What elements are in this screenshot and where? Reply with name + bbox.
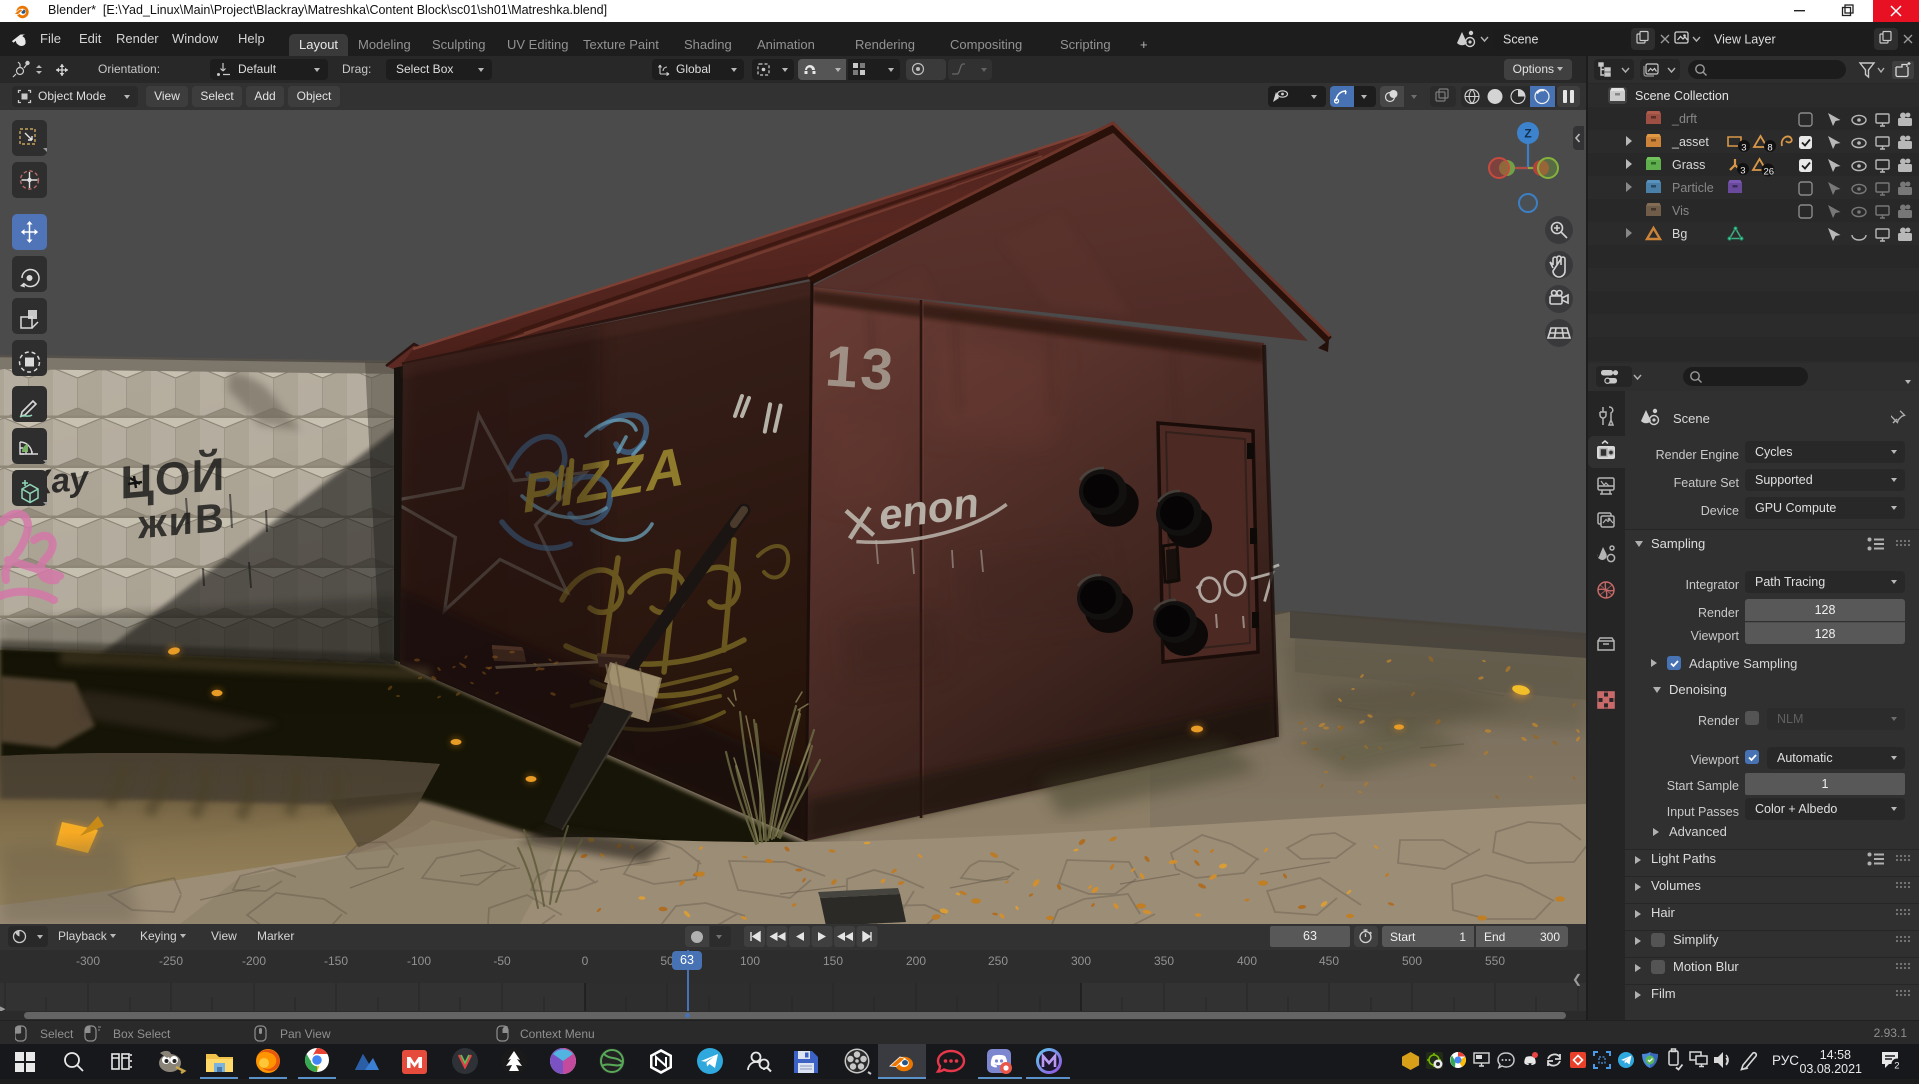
svg-text:Grass: Grass [1672,158,1705,172]
svg-text:View Layer: View Layer [1714,33,1776,47]
svg-text:Context Menu: Context Menu [520,1027,595,1041]
svg-text:Scene Collection: Scene Collection [1635,89,1729,103]
svg-text:_drft: _drft [1671,112,1698,126]
svg-text:3: 3 [1741,143,1746,154]
svg-text:жиВ: жиВ [137,496,225,548]
svg-text:РУС: РУС [1772,1053,1799,1068]
svg-text:Vis: Vis [1672,204,1689,218]
svg-text:Scene: Scene [1503,33,1538,47]
svg-text:Select: Select [40,1027,74,1041]
svg-text:8: 8 [1767,143,1772,154]
svg-text:Particle: Particle [1672,181,1714,195]
svg-text:Z: Z [1524,127,1531,141]
svg-text:_asset: _asset [1671,135,1709,149]
svg-text:26: 26 [1764,167,1775,178]
svg-text:2: 2 [1894,1061,1899,1072]
svg-text:Pan View: Pan View [280,1027,331,1041]
svg-text:3: 3 [1740,166,1745,177]
svg-text:14:58: 14:58 [1820,1048,1851,1062]
svg-text:13: 13 [823,333,898,403]
svg-text:Box Select: Box Select [113,1027,171,1041]
svg-text:Bg: Bg [1672,227,1687,241]
svg-text:03.08.2021: 03.08.2021 [1799,1062,1862,1076]
